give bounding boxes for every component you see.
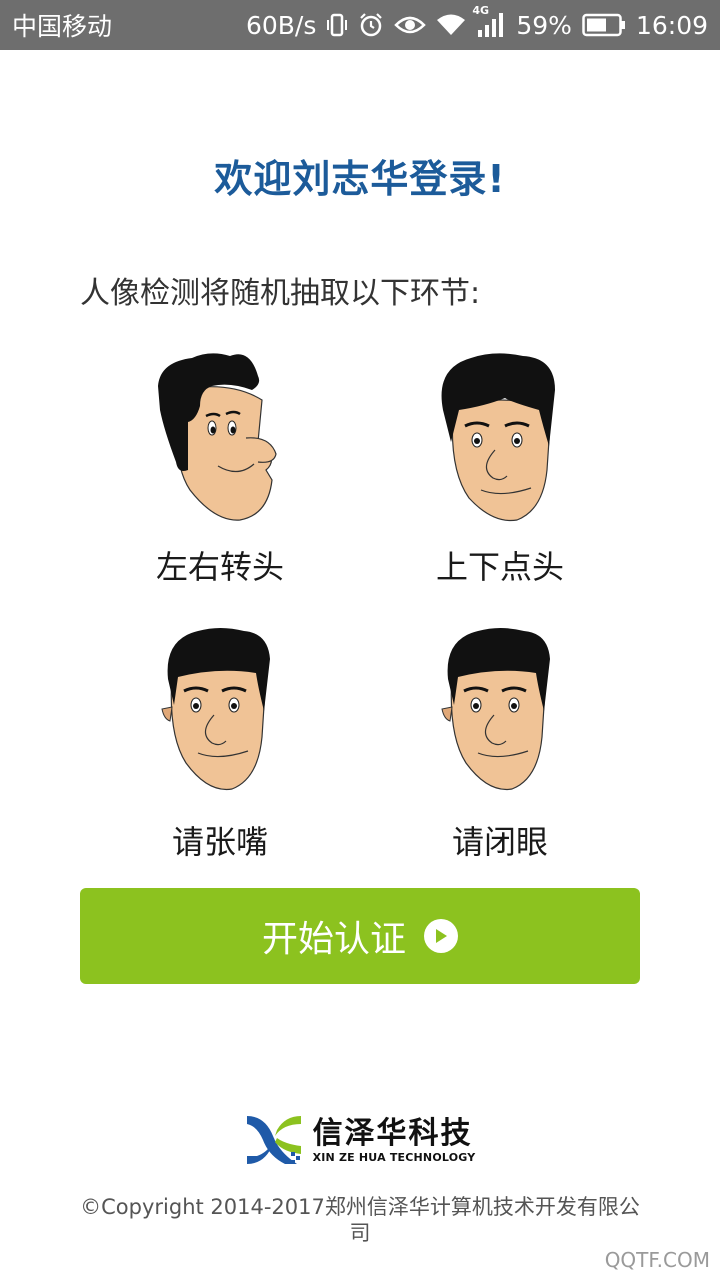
alarm-icon [358, 12, 384, 38]
face-label-open-mouth: 请张嘴 [171, 823, 268, 861]
clock: 16:09 [635, 10, 708, 40]
watermark: QQTF.COM [604, 1248, 710, 1272]
network-speed: 60B/s [245, 10, 317, 40]
carrier-label: 中国移动 [12, 12, 113, 41]
face-option-nod-head: 上下点头 [380, 350, 620, 588]
wifi-icon [436, 13, 466, 37]
brand-name-cn: 信泽华科技 [312, 1115, 473, 1151]
brand-name-en: XIN ZE HUA TECHNOLOGY [312, 1150, 476, 1164]
brand-logo: 信泽华科技 XIN ZE HUA TECHNOLOGY [0, 1112, 720, 1168]
vibrate-icon [326, 12, 348, 38]
face-label-close-eyes: 请闭眼 [451, 823, 548, 861]
network-type-label: 4G [472, 4, 490, 17]
signal-icon: 4G [472, 4, 506, 38]
face-turn-head-icon [158, 353, 277, 521]
start-authentication-button[interactable]: 开始认证 [80, 888, 640, 984]
face-open-mouth-icon [161, 628, 270, 791]
status-bar: 中国移动 60B/s 4G 59% 16:09 [0, 0, 720, 50]
face-label-nod-head: 上下点头 [435, 548, 564, 586]
play-icon [424, 919, 458, 953]
instruction-text: 人像检测将随机抽取以下环节: [80, 276, 481, 311]
face-nod-head-icon [441, 353, 555, 522]
battery-icon [582, 13, 626, 37]
status-indicators: 60B/s 4G 59% 16:09 [245, 4, 708, 40]
copyright-text: ©Copyright 2014-2017郑州信泽华计算机技术开发有限公司 [80, 1195, 640, 1245]
brand-text: 信泽华科技 XIN ZE HUA TECHNOLOGY [312, 1115, 476, 1164]
face-close-eyes-icon [441, 628, 550, 791]
start-button-label: 开始认证 [261, 918, 406, 959]
face-option-close-eyes: 请闭眼 [380, 625, 620, 863]
face-label-turn-head: 左右转头 [155, 548, 284, 586]
battery-percent: 59% [516, 10, 572, 40]
eye-icon [394, 14, 427, 36]
company-logo-icon [246, 1116, 301, 1164]
face-option-turn-head: 左右转头 [100, 350, 340, 588]
welcome-title: 欢迎刘志华登录! [214, 157, 506, 201]
face-option-open-mouth: 请张嘴 [100, 625, 340, 863]
